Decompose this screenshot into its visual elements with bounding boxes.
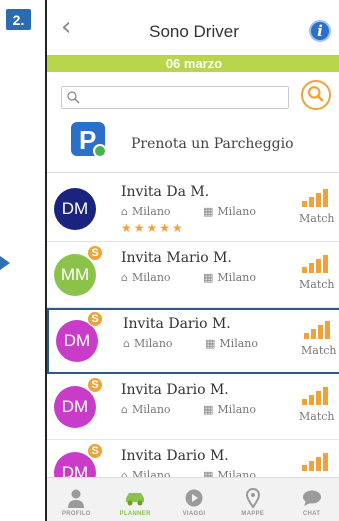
app-header: ‹ Sono Driver i <box>47 0 339 55</box>
ride-destination: ▦ Milano <box>203 205 256 218</box>
match-signal-icon <box>302 255 328 273</box>
info-icon[interactable]: i <box>309 20 331 42</box>
avatar-initials: MM <box>60 265 90 284</box>
match-label: Match <box>299 212 335 225</box>
coin-badge: S <box>87 443 103 459</box>
avatar: DM <box>54 188 96 230</box>
avatar-initials: DM <box>61 397 89 416</box>
page-title: Sono Driver <box>149 22 239 41</box>
chat-bubble-icon <box>302 490 321 506</box>
book-parking-label: Prenota un Parcheggio <box>131 136 294 152</box>
ride-origin: ⌂ Milano <box>121 271 171 284</box>
phone-screen: ‹ Sono Driver i 06 marzo P Prenota un Pa… <box>45 0 339 521</box>
ride-origin: ⌂ Milano <box>123 337 173 350</box>
map-pin-icon <box>245 488 260 508</box>
match-signal-icon <box>304 321 330 339</box>
bottom-tab-bar: PROFILO PLANNER VIAGGI MAPPE CHAT <box>47 477 339 521</box>
tab-label: VIAGGI <box>182 511 206 517</box>
ride-origin: ⌂ Milano <box>121 205 171 218</box>
ride-name: Invita Dario M. <box>121 382 229 398</box>
match-signal-icon <box>302 453 328 471</box>
step-number-badge: 2. <box>6 9 31 30</box>
home-icon: ⌂ <box>121 403 128 416</box>
avatar-initials: DM <box>61 199 89 218</box>
origin-label: Milano <box>131 205 171 218</box>
destination-label: Milano <box>217 205 256 218</box>
home-icon: ⌂ <box>123 337 130 350</box>
match-signal-icon <box>302 189 328 207</box>
tab-chat[interactable]: CHAT <box>282 478 339 521</box>
ride-destination: ▦ Milano <box>205 337 258 350</box>
avatar: MM <box>54 254 96 296</box>
destination-label: Milano <box>217 403 256 416</box>
car-icon <box>126 493 145 506</box>
play-icon <box>185 489 203 507</box>
date-bar: 06 marzo <box>47 55 339 72</box>
ride-row[interactable]: MM S Invita Mario M. ⌂ Milano ▦ Milano Match <box>47 242 339 308</box>
ride-row[interactable]: DM Invita Da M. ⌂ Milano ▦ Milano ★★★★★ Match <box>47 176 339 242</box>
tab-label: CHAT <box>302 511 321 517</box>
destination-label: Milano <box>219 337 258 350</box>
ride-row[interactable]: DMSInvita Dario M.⌂Milano▦MilanoMatch <box>47 374 339 440</box>
user-icon <box>68 489 85 508</box>
book-parking-row[interactable]: P Prenota un Parcheggio <box>47 116 339 173</box>
office-icon: ▦ <box>205 337 216 350</box>
origin-label: Milano <box>133 337 173 350</box>
destination-label: Milano <box>217 271 256 284</box>
coin-badge: S <box>87 377 103 393</box>
match-label: Match <box>299 278 335 291</box>
tab-label: PLANNER <box>119 511 151 517</box>
ride-name: Invita Mario M. <box>121 250 232 266</box>
avatar: DM <box>54 386 96 428</box>
ride-name: Invita Dario M. <box>123 316 231 332</box>
avatar-initials: DM <box>63 331 91 350</box>
step-number-label: 2. <box>12 11 25 28</box>
ride-name: Invita Da M. <box>121 184 210 200</box>
tab-label: MAPPE <box>241 511 265 517</box>
ride-origin: ⌂ Milano <box>121 403 171 416</box>
rating-stars: ★★★★★ <box>121 221 185 235</box>
tab-planner[interactable]: PLANNER <box>106 478 165 521</box>
tab-label: PROFILO <box>62 511 91 517</box>
parking-logo-icon: P <box>71 122 107 158</box>
office-icon: ▦ <box>203 403 214 416</box>
match-label: Match <box>301 344 337 357</box>
search-icon <box>307 86 324 102</box>
ride-destination: ▦ Milano <box>203 271 256 284</box>
search-input[interactable] <box>61 86 289 109</box>
origin-label: Milano <box>131 403 171 416</box>
ride-name: Invita Dario M. <box>121 448 229 464</box>
home-icon: ⌂ <box>121 205 128 218</box>
coin-badge: S <box>87 311 103 327</box>
ride-row[interactable]: DMSInvita Dario M.⌂Milano▦MilanoMatch <box>47 308 339 374</box>
office-icon: ▦ <box>203 205 214 218</box>
tab-viaggi[interactable]: VIAGGI <box>165 478 224 521</box>
tab-mappe[interactable]: MAPPE <box>223 478 282 521</box>
match-signal-icon <box>302 387 328 405</box>
tab-profilo[interactable]: PROFILO <box>47 478 106 521</box>
pointer-arrow-icon <box>0 256 10 270</box>
search-button[interactable] <box>301 80 331 110</box>
ride-destination: ▦ Milano <box>203 403 256 416</box>
office-icon: ▦ <box>203 271 214 284</box>
home-icon: ⌂ <box>121 271 128 284</box>
search-icon <box>67 91 80 104</box>
origin-label: Milano <box>131 271 171 284</box>
match-label: Match <box>299 410 335 423</box>
coin-badge: S <box>87 245 103 261</box>
